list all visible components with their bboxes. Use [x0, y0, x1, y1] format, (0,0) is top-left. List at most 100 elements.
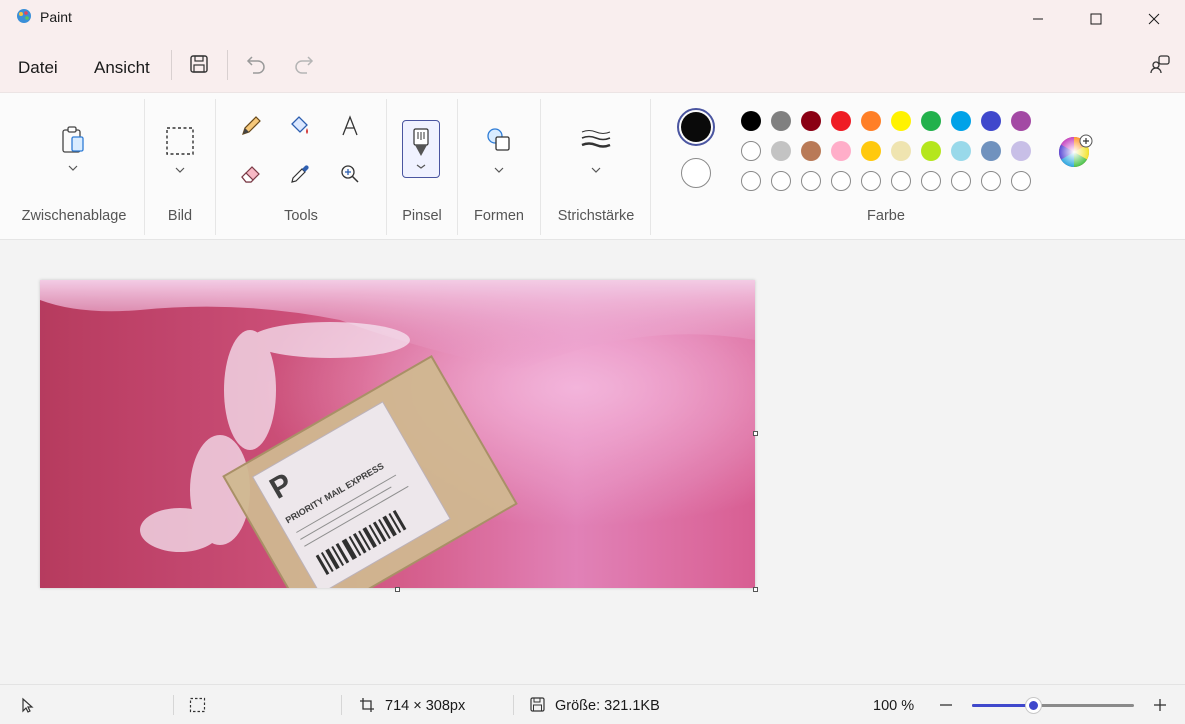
color-swatch[interactable]	[771, 111, 791, 131]
shapes-button[interactable]	[484, 125, 514, 155]
color-wheel-icon	[1058, 134, 1093, 167]
color-swatch[interactable]	[861, 141, 881, 161]
color-swatch[interactable]	[891, 141, 911, 161]
custom-color-slot[interactable]	[921, 171, 941, 191]
zoom-out-button[interactable]	[936, 695, 956, 715]
primary-color-button[interactable]	[677, 108, 715, 146]
custom-color-slot[interactable]	[741, 171, 761, 191]
clipboard-button[interactable]	[58, 125, 88, 155]
custom-color-slot[interactable]	[801, 171, 821, 191]
zoom-slider-thumb[interactable]	[1026, 698, 1042, 713]
color-swatch[interactable]	[981, 141, 1001, 161]
zoom-in-button[interactable]	[1150, 695, 1170, 715]
cursor-position-icon	[22, 697, 34, 713]
select-button[interactable]	[164, 125, 196, 157]
color-swatch[interactable]	[741, 111, 761, 131]
color-swatch[interactable]	[921, 111, 941, 131]
undo-icon	[246, 56, 265, 74]
group-label-tools: Tools	[284, 208, 318, 224]
minus-icon	[940, 704, 952, 706]
save-button[interactable]	[187, 52, 211, 76]
secondary-color-button[interactable]	[681, 158, 711, 188]
menu-separator	[171, 50, 172, 80]
group-separator	[650, 99, 651, 235]
color-swatch[interactable]	[771, 141, 791, 161]
menu-view[interactable]: Ansicht	[94, 58, 150, 78]
clipboard-dropdown[interactable]	[66, 163, 80, 173]
custom-color-slot[interactable]	[861, 171, 881, 191]
title-bar: Paint	[0, 0, 1185, 38]
text-icon	[342, 115, 358, 136]
group-label-image: Bild	[167, 208, 193, 224]
plus-icon	[1154, 699, 1166, 711]
color-swatch[interactable]	[741, 141, 761, 161]
menu-separator	[227, 50, 228, 80]
edit-colors-button[interactable]	[1058, 133, 1094, 169]
canvas-size-icon	[360, 698, 374, 712]
color-swatch[interactable]	[831, 111, 851, 131]
chevron-down-icon	[591, 167, 601, 173]
brush-button[interactable]	[402, 120, 440, 178]
custom-color-slot[interactable]	[1011, 171, 1031, 191]
chevron-down-icon	[494, 167, 504, 173]
paint-app-icon	[17, 9, 31, 23]
custom-color-slot[interactable]	[951, 171, 971, 191]
selection-size-icon	[189, 697, 206, 713]
share-icon	[1150, 55, 1170, 74]
color-swatch[interactable]	[921, 141, 941, 161]
color-swatch[interactable]	[861, 111, 881, 131]
chevron-down-icon	[68, 165, 78, 171]
fill-tool[interactable]	[287, 113, 313, 139]
resize-handle-corner[interactable]	[753, 587, 758, 592]
zoom-level[interactable]: 100 %	[873, 698, 914, 714]
custom-color-slot[interactable]	[771, 171, 791, 191]
redo-button[interactable]	[292, 52, 316, 76]
minimize-button[interactable]	[1009, 0, 1067, 38]
custom-color-slot[interactable]	[831, 171, 851, 191]
undo-button[interactable]	[244, 52, 268, 76]
pencil-tool[interactable]	[238, 113, 264, 139]
color-swatch[interactable]	[981, 111, 1001, 131]
color-swatch[interactable]	[951, 141, 971, 161]
canvas-area[interactable]: P PRIORITY MAIL EXPRESS	[0, 240, 1185, 684]
group-separator	[457, 99, 458, 235]
color-swatch[interactable]	[951, 111, 971, 131]
status-separator	[173, 695, 174, 715]
color-swatch[interactable]	[891, 111, 911, 131]
shapes-dropdown[interactable]	[492, 165, 506, 175]
magnifier-tool[interactable]	[337, 161, 363, 187]
eraser-tool[interactable]	[238, 161, 264, 187]
save-icon	[190, 55, 208, 73]
color-swatch[interactable]	[801, 141, 821, 161]
file-size-icon	[530, 697, 545, 712]
chevron-down-icon	[175, 167, 185, 173]
image-dropdown[interactable]	[173, 165, 187, 175]
zoom-icon	[341, 165, 359, 183]
color-swatch[interactable]	[801, 111, 821, 131]
resize-handle-bottom[interactable]	[395, 587, 400, 592]
text-tool[interactable]	[337, 113, 363, 139]
redo-icon	[295, 56, 314, 74]
menu-bar	[0, 38, 1185, 92]
color-swatch[interactable]	[1011, 141, 1031, 161]
maximize-button[interactable]	[1067, 0, 1125, 38]
canvas-image[interactable]: P PRIORITY MAIL EXPRESS	[40, 280, 755, 588]
zoom-slider[interactable]	[972, 698, 1134, 713]
stroke-size-button[interactable]	[578, 127, 614, 153]
custom-color-slot[interactable]	[891, 171, 911, 191]
zoom-slider-fill	[972, 704, 1034, 707]
close-button[interactable]	[1125, 0, 1183, 38]
group-label-shapes: Formen	[474, 208, 524, 224]
share-button[interactable]	[1148, 52, 1172, 76]
group-separator	[144, 99, 145, 235]
stroke-size-dropdown[interactable]	[589, 165, 603, 175]
color-picker-tool[interactable]	[287, 161, 313, 187]
pencil-icon	[242, 116, 261, 135]
group-label-colors: Farbe	[867, 208, 905, 224]
menu-file[interactable]: Datei	[18, 58, 58, 78]
resize-handle-right[interactable]	[753, 431, 758, 436]
minimize-icon	[1033, 18, 1043, 20]
custom-color-slot[interactable]	[981, 171, 1001, 191]
color-swatch[interactable]	[831, 141, 851, 161]
color-swatch[interactable]	[1011, 111, 1031, 131]
